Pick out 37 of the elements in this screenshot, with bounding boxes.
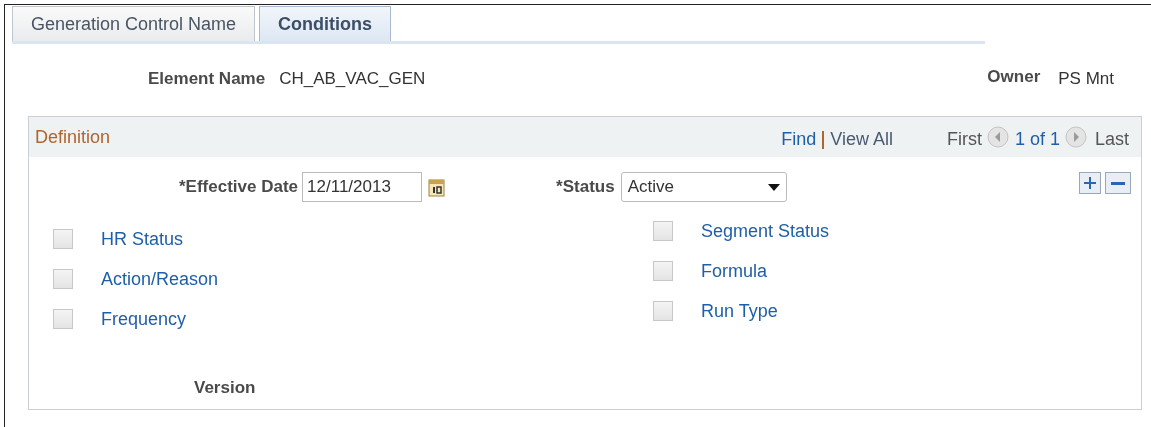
calendar-icon[interactable] — [428, 177, 447, 197]
plus-icon — [1084, 177, 1096, 189]
checkbox-label[interactable]: Formula — [701, 257, 767, 285]
checkbox[interactable] — [53, 229, 73, 249]
panel-title: Definition — [35, 125, 111, 149]
date-field[interactable]: 12/11/2013 — [302, 172, 423, 202]
status-dropdown[interactable]: Active — [620, 172, 787, 202]
page-count: 1 of 1 — [1014, 128, 1060, 151]
checkbox-label[interactable]: Frequency — [101, 305, 187, 333]
field-label: Element Name — [148, 68, 266, 91]
find-link[interactable]: Find — [781, 126, 817, 153]
checkbox-label[interactable]: Run Type — [701, 297, 778, 325]
view-all-link[interactable]: View All — [830, 126, 893, 153]
checkbox[interactable] — [653, 221, 673, 241]
add-row-button[interactable] — [1079, 172, 1101, 194]
tab[interactable]: Conditions — [259, 6, 392, 41]
checkbox-label[interactable]: Action/Reason — [101, 265, 219, 293]
field-label: Version — [194, 378, 256, 397]
caret-icon — [767, 183, 780, 191]
delete-row-button[interactable] — [1105, 172, 1131, 194]
checkbox[interactable] — [53, 309, 73, 329]
next-icon[interactable] — [1064, 126, 1087, 148]
checkbox-label[interactable]: HR Status — [101, 225, 184, 253]
field-label: *Status — [556, 176, 615, 199]
checkbox-label[interactable]: Segment Status — [701, 217, 830, 245]
last-label: Last — [1094, 128, 1129, 151]
checkbox[interactable] — [653, 301, 673, 321]
field-label: Owner — [987, 66, 1041, 89]
minus-icon — [1111, 181, 1125, 185]
tab[interactable]: Generation Control Name — [12, 6, 256, 41]
field-value: PS Mnt — [1058, 68, 1114, 91]
checkbox[interactable] — [53, 269, 73, 289]
field-label: *Effective Date — [179, 176, 299, 199]
field-value: CH_AB_VAC_GEN — [279, 68, 426, 91]
first-label: First — [946, 128, 982, 151]
checkbox[interactable] — [653, 261, 673, 281]
previous-icon[interactable] — [986, 126, 1009, 148]
